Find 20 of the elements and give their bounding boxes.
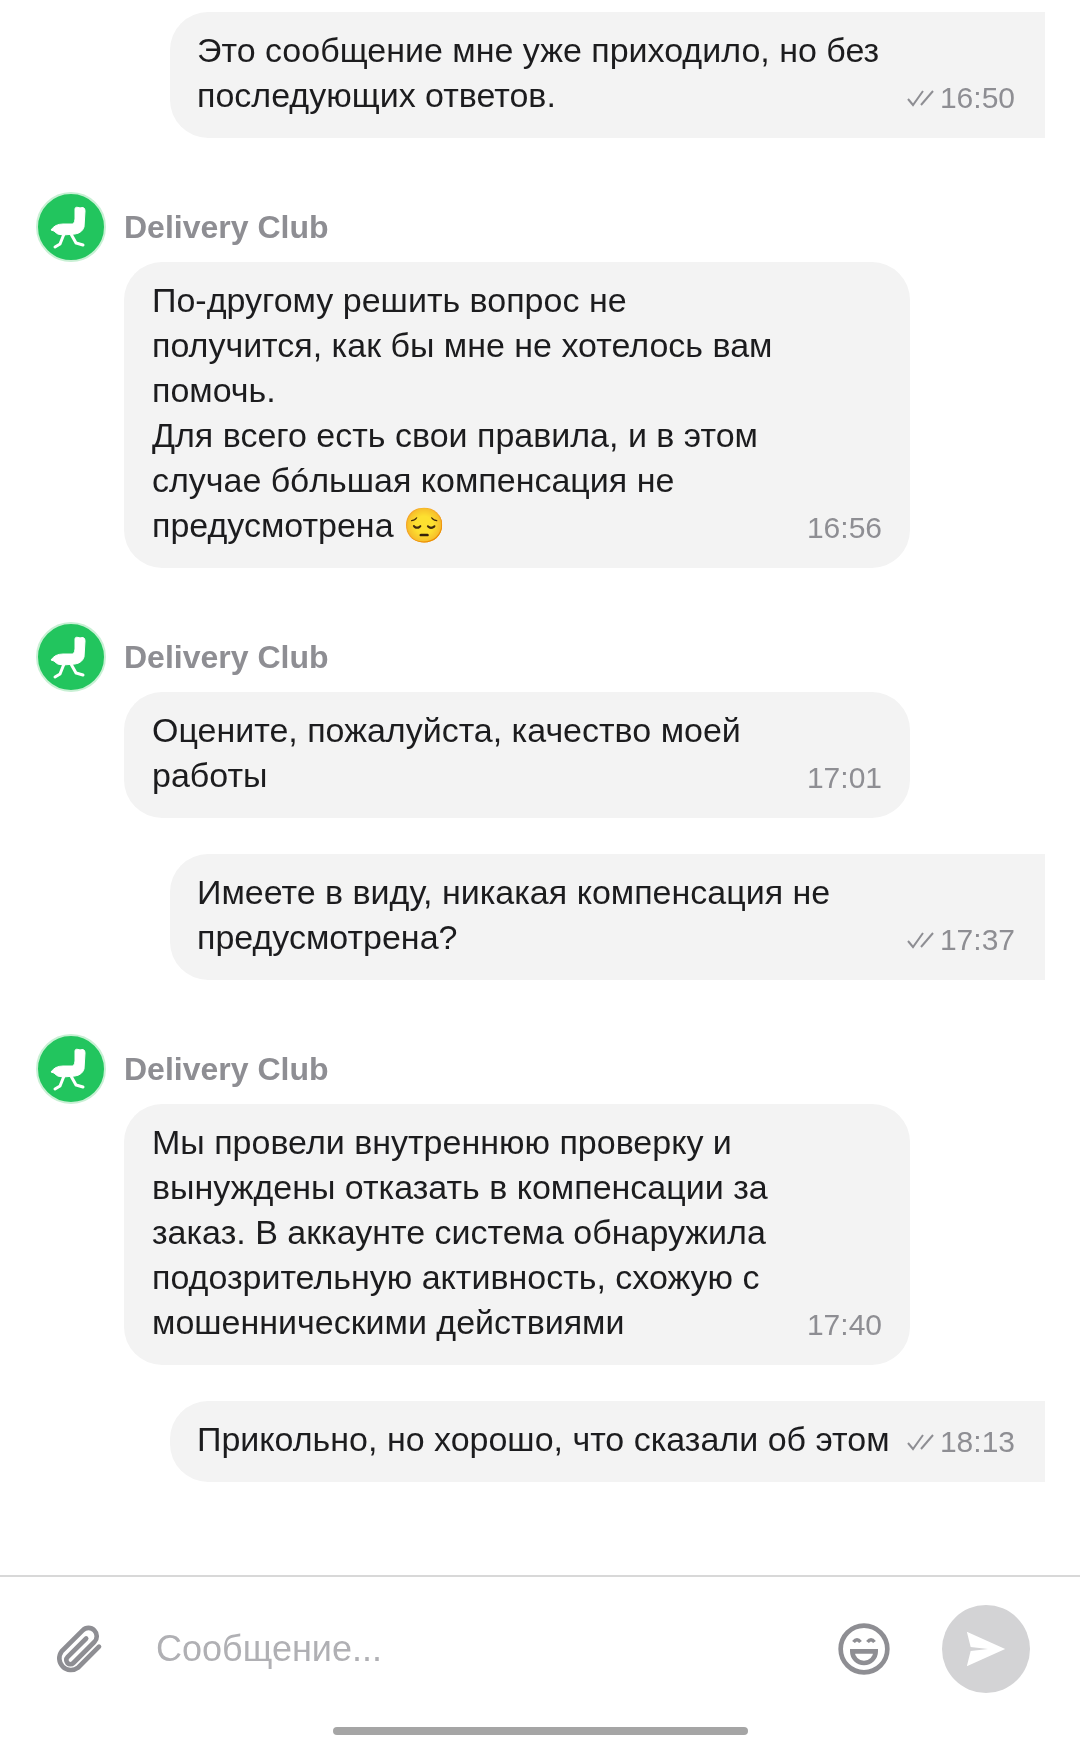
- message-text: Мы провели внутреннюю проверку и вынуждены отказать в компенсации за заказ. В аккаунте система обнаружила подозрительную активность, схожую с мошенническими действиями: [152, 1122, 769, 1343]
- sender-name: Delivery Club: [124, 1050, 329, 1089]
- message-time: 17:01: [806, 760, 882, 796]
- message-time: 16:56: [806, 510, 882, 546]
- message-text: Прикольно, но хорошо, что сказали об этом: [197, 1419, 891, 1460]
- smiley-icon[interactable]: [836, 1621, 892, 1677]
- message-time: 16:50: [939, 80, 1015, 116]
- double-check-icon: [905, 88, 936, 108]
- message-time: 17:37: [939, 922, 1015, 958]
- double-check-icon: [905, 930, 936, 950]
- sender-name: Delivery Club: [124, 638, 329, 677]
- message-text: Оцените, пожалуйста, качество моей работы: [152, 710, 742, 796]
- message-time: 17:40: [806, 1307, 882, 1343]
- message-text: По-другому решить вопрос не получится, как бы мне не хотелось вам помочь. Для всего есть свои правила, и в этом случае бóльшая компенсация не предусмотрена 😔: [152, 280, 774, 546]
- sender-name: Delivery Club: [124, 208, 329, 247]
- message-input-field[interactable]: Сообщение...: [156, 1622, 806, 1676]
- message-text: Имеете в виду, никакая компенсация не предусмотрена?: [197, 872, 832, 958]
- message-time: 18:13: [939, 1424, 1015, 1460]
- message-text: Это сообщение мне уже приходило, но без последующих ответов.: [197, 30, 881, 116]
- double-check-icon: [905, 1432, 936, 1452]
